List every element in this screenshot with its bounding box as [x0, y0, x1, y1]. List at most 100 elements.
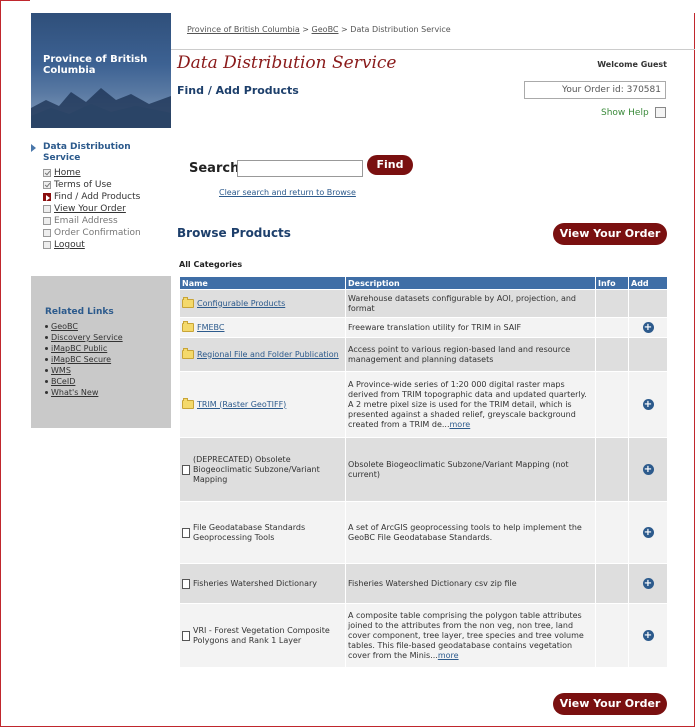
related-link-bceid[interactable]: BCeID	[45, 376, 75, 387]
document-icon	[182, 527, 190, 538]
nav-arrow-icon	[31, 144, 36, 152]
bullet-icon	[45, 336, 48, 339]
divider	[171, 49, 695, 50]
product-description: A Province-wide series of 1:20 000 digit…	[345, 371, 596, 438]
related-link-discovery[interactable]: Discovery Service	[45, 332, 123, 343]
product-description: A composite table comprising the polygon…	[345, 603, 596, 668]
related-link-imapbc-public[interactable]: iMapBC Public	[45, 343, 107, 354]
table-row: VRI - Forest Vegetation Composite Polygo…	[179, 603, 668, 668]
folder-icon	[182, 321, 194, 332]
table-row: Regional File and Folder Publication Acc…	[179, 337, 668, 372]
product-description: Obsolete Biogeoclimatic Subzone/Variant …	[345, 437, 596, 502]
product-description: Fisheries Watershed Dictionary csv zip f…	[345, 563, 596, 604]
more-link[interactable]: more	[450, 420, 471, 429]
nav-item-find-products[interactable]: Find / Add Products	[43, 191, 140, 203]
checkbox-icon	[43, 205, 51, 213]
find-button[interactable]: Find	[367, 155, 413, 175]
document-icon	[182, 630, 190, 641]
breadcrumb-geobc[interactable]: GeoBC	[312, 25, 339, 34]
add-plus-icon[interactable]: +	[642, 464, 654, 475]
product-name[interactable]: Configurable Products	[197, 299, 285, 309]
col-add: Add	[628, 276, 668, 290]
bullet-icon	[45, 347, 48, 350]
category-label: All Categories	[179, 260, 243, 269]
checkmark-icon	[43, 181, 51, 189]
welcome-text: Welcome Guest	[597, 60, 667, 69]
related-link-wms[interactable]: WMS	[45, 365, 71, 376]
show-help-checkbox[interactable]	[655, 107, 666, 118]
col-info: Info	[595, 276, 629, 290]
main-content: Province of British Columbia > GeoBC > D…	[171, 13, 695, 727]
view-order-button-top[interactable]: View Your Order	[553, 223, 667, 245]
nav-item-email: Email Address	[43, 215, 118, 227]
nav-item-logout[interactable]: Logout	[43, 239, 85, 251]
folder-icon	[182, 348, 194, 359]
product-description: A set of ArcGIS geoprocessing tools to h…	[345, 501, 596, 564]
info-cell	[595, 289, 629, 318]
products-table: Name Description Info Add Configurable P…	[179, 276, 668, 668]
breadcrumb: Province of British Columbia > GeoBC > D…	[187, 25, 451, 34]
product-description: Freeware translation utility for TRIM in…	[345, 317, 596, 338]
table-header: Name Description Info Add	[179, 276, 668, 290]
related-links-title: Related Links	[45, 307, 114, 317]
add-plus-icon[interactable]: +	[642, 578, 654, 589]
add-cell	[628, 289, 668, 318]
product-name: VRI - Forest Vegetation Composite Polygo…	[193, 625, 330, 645]
product-name: File Geodatabase Standards Geoprocessing…	[193, 522, 306, 542]
info-cell	[595, 437, 629, 502]
product-name[interactable]: FMEBC	[197, 323, 225, 333]
table-row: TRIM (Raster GeoTIFF) A Province-wide se…	[179, 371, 668, 438]
browse-title: Browse Products	[177, 226, 291, 240]
search-input[interactable]	[237, 160, 363, 177]
info-cell	[595, 563, 629, 604]
brand-title: Province of British Columbia	[43, 54, 148, 76]
view-order-button-bottom[interactable]: View Your Order	[553, 693, 667, 715]
folder-icon	[182, 297, 194, 308]
table-row: (DEPRECATED) Obsolete Biogeoclimatic Sub…	[179, 437, 668, 502]
related-links: Related Links GeoBC Discovery Service iM…	[31, 289, 171, 428]
order-id-box: Your Order id: 370581	[524, 81, 666, 99]
breadcrumb-province[interactable]: Province of British Columbia	[187, 25, 300, 34]
info-cell	[595, 317, 629, 338]
show-help-label: Show Help	[601, 108, 649, 118]
page-title: Data Distribution Service	[177, 53, 397, 73]
related-link-imapbc-secure[interactable]: iMapBC Secure	[45, 354, 111, 365]
related-link-whats-new[interactable]: What's New	[45, 387, 98, 398]
add-plus-icon[interactable]: +	[642, 527, 654, 538]
col-name: Name	[179, 276, 346, 290]
product-name[interactable]: Regional File and Folder Publication	[197, 350, 339, 360]
checkbox-icon	[43, 217, 51, 225]
add-plus-icon[interactable]: +	[642, 322, 654, 333]
checkbox-icon	[43, 229, 51, 237]
folder-icon	[182, 398, 194, 409]
current-arrow-icon	[43, 193, 51, 201]
document-icon	[182, 578, 190, 589]
product-name: Fisheries Watershed Dictionary	[193, 578, 318, 588]
product-name[interactable]: TRIM (Raster GeoTIFF)	[197, 400, 286, 410]
breadcrumb-current: Data Distribution Service	[350, 25, 451, 34]
more-link[interactable]: more	[438, 651, 459, 660]
nav-title: Data Distribution Service	[43, 142, 131, 163]
top-bar	[30, 0, 695, 13]
sidebar-banner: Province of British Columbia	[31, 13, 171, 128]
nav-item-home[interactable]: Home	[43, 167, 81, 179]
product-description: Warehouse datasets configurable by AOI, …	[345, 289, 596, 318]
product-name: (DEPRECATED) Obsolete Biogeoclimatic Sub…	[193, 454, 320, 484]
add-plus-icon[interactable]: +	[642, 630, 654, 641]
bullet-icon	[45, 358, 48, 361]
nav-item-view-order[interactable]: View Your Order	[43, 203, 126, 215]
info-cell	[595, 603, 629, 668]
bullet-icon	[45, 391, 48, 394]
nav-item-terms[interactable]: Terms of Use	[43, 179, 112, 191]
related-link-geobc[interactable]: GeoBC	[45, 321, 78, 332]
clear-search-link[interactable]: Clear search and return to Browse	[219, 188, 356, 197]
product-description: Access point to various region-based lan…	[345, 337, 596, 372]
checkmark-icon	[43, 169, 51, 177]
table-row: Configurable Products Warehouse datasets…	[179, 289, 668, 318]
section-title: Find / Add Products	[177, 84, 299, 97]
bullet-icon	[45, 325, 48, 328]
mountain-banner-image	[31, 88, 171, 128]
sidebar: Province of British Columbia Data Distri…	[31, 13, 171, 428]
document-icon	[182, 464, 190, 475]
add-plus-icon[interactable]: +	[642, 399, 654, 410]
